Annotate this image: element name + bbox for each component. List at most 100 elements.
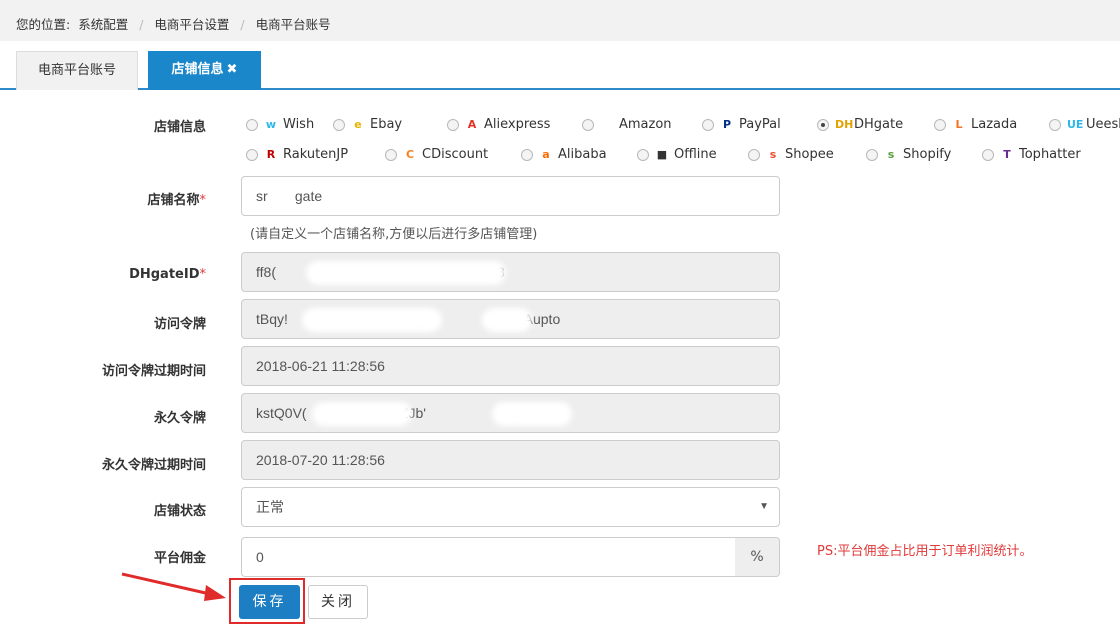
platform-option[interactable]: Amazon — [582, 117, 672, 132]
platform-name: CDiscount — [422, 147, 489, 162]
rakuten-icon: R — [266, 147, 276, 161]
breadcrumb-item[interactable]: 电商平台账号 — [256, 17, 331, 32]
shopee-icon: s — [769, 147, 777, 161]
percent-addon: % — [735, 537, 780, 577]
platform-option[interactable]: e Ebay — [333, 117, 402, 132]
platform-name: Offline — [674, 147, 717, 162]
platform-option[interactable]: s Shopee — [748, 147, 834, 162]
redaction-blur — [482, 308, 532, 332]
annotation-arrow-icon — [121, 572, 226, 601]
access-token-expiry-label: 访问令牌过期时间 — [101, 364, 206, 379]
refresh-token-expiry-value: 2018-07-20 11:28:56 — [256, 452, 385, 468]
shopify-icon: s — [887, 147, 895, 161]
platform-option[interactable]: s Shopify — [866, 147, 951, 162]
redaction-blur — [302, 308, 442, 332]
aliexpress-icon: A — [467, 117, 477, 131]
platform-name: Ebay — [370, 117, 403, 132]
platform-option[interactable]: UEUeeshop — [1049, 117, 1120, 132]
radio-button[interactable] — [246, 118, 258, 131]
platform-option[interactable]: A Aliexpress — [447, 117, 550, 132]
refresh-token-expiry-input[interactable]: 2018-07-20 11:28:56 — [241, 440, 780, 480]
store-status-select[interactable]: 正常 ▼ — [241, 487, 780, 527]
refresh-token-expiry-label: 永久令牌过期时间 — [101, 458, 206, 473]
radio-button[interactable] — [817, 118, 829, 131]
platform-option[interactable]: a Alibaba — [521, 147, 607, 162]
wish-icon: w — [265, 117, 277, 131]
platform-name: Aliexpress — [484, 117, 551, 132]
access-token-input[interactable]: tBqy! ‡fgu /xlaaAupto — [241, 299, 780, 339]
dhgate-id-label: DHgateID* — [0, 267, 206, 282]
breadcrumb-item[interactable]: 系统配置 — [78, 17, 128, 32]
tab-label: 电商平台账号 — [37, 63, 116, 78]
alibaba-icon: a — [542, 147, 550, 161]
redaction-blur — [312, 402, 412, 426]
breadcrumb-separator: / — [139, 17, 144, 32]
commission-note: PS:平台佣金占比用于订单利润统计。 — [817, 544, 1033, 559]
redaction-blur — [492, 402, 572, 426]
save-button[interactable]: 保存 — [239, 585, 300, 619]
dhgate-id-input[interactable]: ff8( c4a08d3 — [241, 252, 780, 292]
radio-button[interactable] — [1049, 118, 1061, 131]
radio-button[interactable] — [748, 148, 760, 161]
store-name-label-text: 店铺名称 — [147, 193, 200, 208]
cdiscount-icon: C — [405, 147, 415, 161]
breadcrumb-separator: / — [240, 17, 245, 32]
required-mark: * — [199, 267, 207, 282]
platform-name: Alibaba — [558, 147, 607, 162]
platform-option[interactable]: w Wish — [246, 117, 314, 132]
radio-button[interactable] — [521, 148, 533, 161]
offline-icon: ■ — [656, 147, 668, 161]
store-name-label: 店铺名称* — [0, 189, 206, 208]
tophatter-icon: T — [1003, 147, 1011, 161]
breadcrumb-item[interactable]: 电商平台设置 — [154, 17, 229, 32]
platform-option[interactable]: L Lazada — [934, 117, 1017, 132]
caret-down-icon: ▼ — [759, 501, 769, 512]
platform-name: Shopify — [903, 147, 952, 162]
tab-bar: 电商平台账号 店铺信息 ✖ — [0, 51, 1120, 90]
platform-option[interactable]: C CDiscount — [385, 147, 488, 162]
refresh-token-input[interactable]: kstQ0V( aZJb' PjH — [241, 393, 780, 433]
radio-button[interactable] — [333, 118, 345, 131]
lazada-icon: L — [955, 117, 963, 131]
tab-platform-accounts[interactable]: 电商平台账号 — [16, 51, 138, 90]
ebay-icon: e — [354, 117, 362, 131]
access-token-expiry-value: 2018-06-21 11:28:56 — [256, 358, 385, 374]
tab-store-info[interactable]: 店铺信息 ✖ — [148, 51, 261, 90]
commission-value: 0 — [256, 549, 264, 565]
platform-name: Wish — [283, 117, 315, 132]
radio-button[interactable] — [385, 148, 397, 161]
platform-option[interactable]: DH DHgate — [817, 117, 903, 132]
store-name-input[interactable]: sr gate — [241, 176, 780, 216]
breadcrumb: 您的位置: 系统配置 / 电商平台设置 / 电商平台账号 — [0, 0, 1120, 41]
platform-option[interactable]: ■ Offline — [637, 147, 717, 162]
radio-button[interactable] — [582, 118, 594, 131]
radio-button[interactable] — [866, 148, 878, 161]
radio-button[interactable] — [246, 148, 258, 161]
store-name-hint: (请自定义一个店铺名称,方便以后进行多店铺管理) — [250, 227, 538, 242]
radio-button[interactable] — [447, 118, 459, 131]
radio-button[interactable] — [702, 118, 714, 131]
platform-option[interactable]: T Tophatter — [982, 147, 1081, 162]
platform-name: Shopee — [785, 147, 834, 162]
platform-label: 店铺信息 — [153, 120, 206, 135]
breadcrumb-prefix: 您的位置: — [16, 17, 71, 32]
platform-name: Ueeshop — [1086, 117, 1120, 132]
close-icon[interactable]: ✖ — [227, 62, 238, 77]
store-status-value: 正常 — [256, 499, 284, 515]
radio-button[interactable] — [934, 118, 946, 131]
platform-option[interactable]: R RakutenJP — [246, 147, 348, 162]
radio-button[interactable] — [637, 148, 649, 161]
close-button[interactable]: 关闭 — [308, 585, 368, 619]
required-mark: * — [199, 193, 207, 208]
platform-option[interactable]: P PayPal — [702, 117, 781, 132]
radio-button[interactable] — [982, 148, 994, 161]
platform-name: RakutenJP — [283, 147, 349, 162]
store-status-label: 店铺状态 — [153, 504, 206, 519]
commission-label: 平台佣金 — [153, 551, 206, 566]
ueeshop-icon: UE — [1067, 117, 1084, 131]
refresh-token-label: 永久令牌 — [153, 411, 206, 426]
commission-input[interactable]: 0 — [241, 537, 736, 577]
platform-name: Lazada — [971, 117, 1018, 132]
dhgate-id-label-text: DHgateID — [129, 267, 200, 282]
access-token-expiry-input[interactable]: 2018-06-21 11:28:56 — [241, 346, 780, 386]
